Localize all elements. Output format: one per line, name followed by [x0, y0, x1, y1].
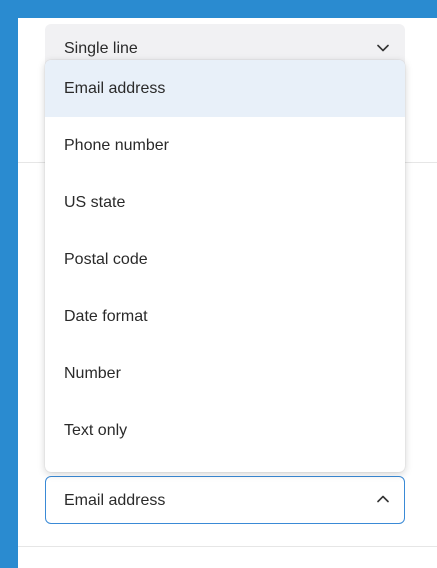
- section-divider: [18, 546, 437, 547]
- menu-option-label: US state: [64, 194, 126, 211]
- menu-option-postal-code[interactable]: Postal code: [45, 231, 405, 288]
- chevron-down-icon: [377, 44, 389, 52]
- menu-option-phone-number[interactable]: Phone number: [45, 117, 405, 174]
- menu-option-label: Text only: [64, 422, 128, 439]
- content-type-select-value: Single line: [64, 40, 138, 57]
- chevron-up-icon: [377, 495, 389, 503]
- menu-option-label: Phone number: [64, 137, 169, 154]
- menu-option-text-only[interactable]: Text only: [45, 402, 405, 459]
- menu-option-us-state[interactable]: US state: [45, 174, 405, 231]
- menu-option-label: Date format: [64, 308, 148, 325]
- validation-type-menu: Email address Phone number US state Post…: [45, 60, 405, 472]
- menu-option-label: Email address: [64, 80, 166, 97]
- app-frame: Single line Email address Email address …: [0, 0, 437, 568]
- menu-option-number[interactable]: Number: [45, 345, 405, 402]
- menu-option-label: Number: [64, 365, 121, 382]
- menu-option-label: Postal code: [64, 251, 148, 268]
- validation-type-select[interactable]: Email address: [45, 476, 405, 524]
- menu-option-email-address[interactable]: Email address: [45, 60, 405, 117]
- menu-option-date-format[interactable]: Date format: [45, 288, 405, 345]
- validation-type-select-value: Email address: [64, 492, 166, 509]
- content-panel: Single line Email address Email address …: [18, 18, 437, 568]
